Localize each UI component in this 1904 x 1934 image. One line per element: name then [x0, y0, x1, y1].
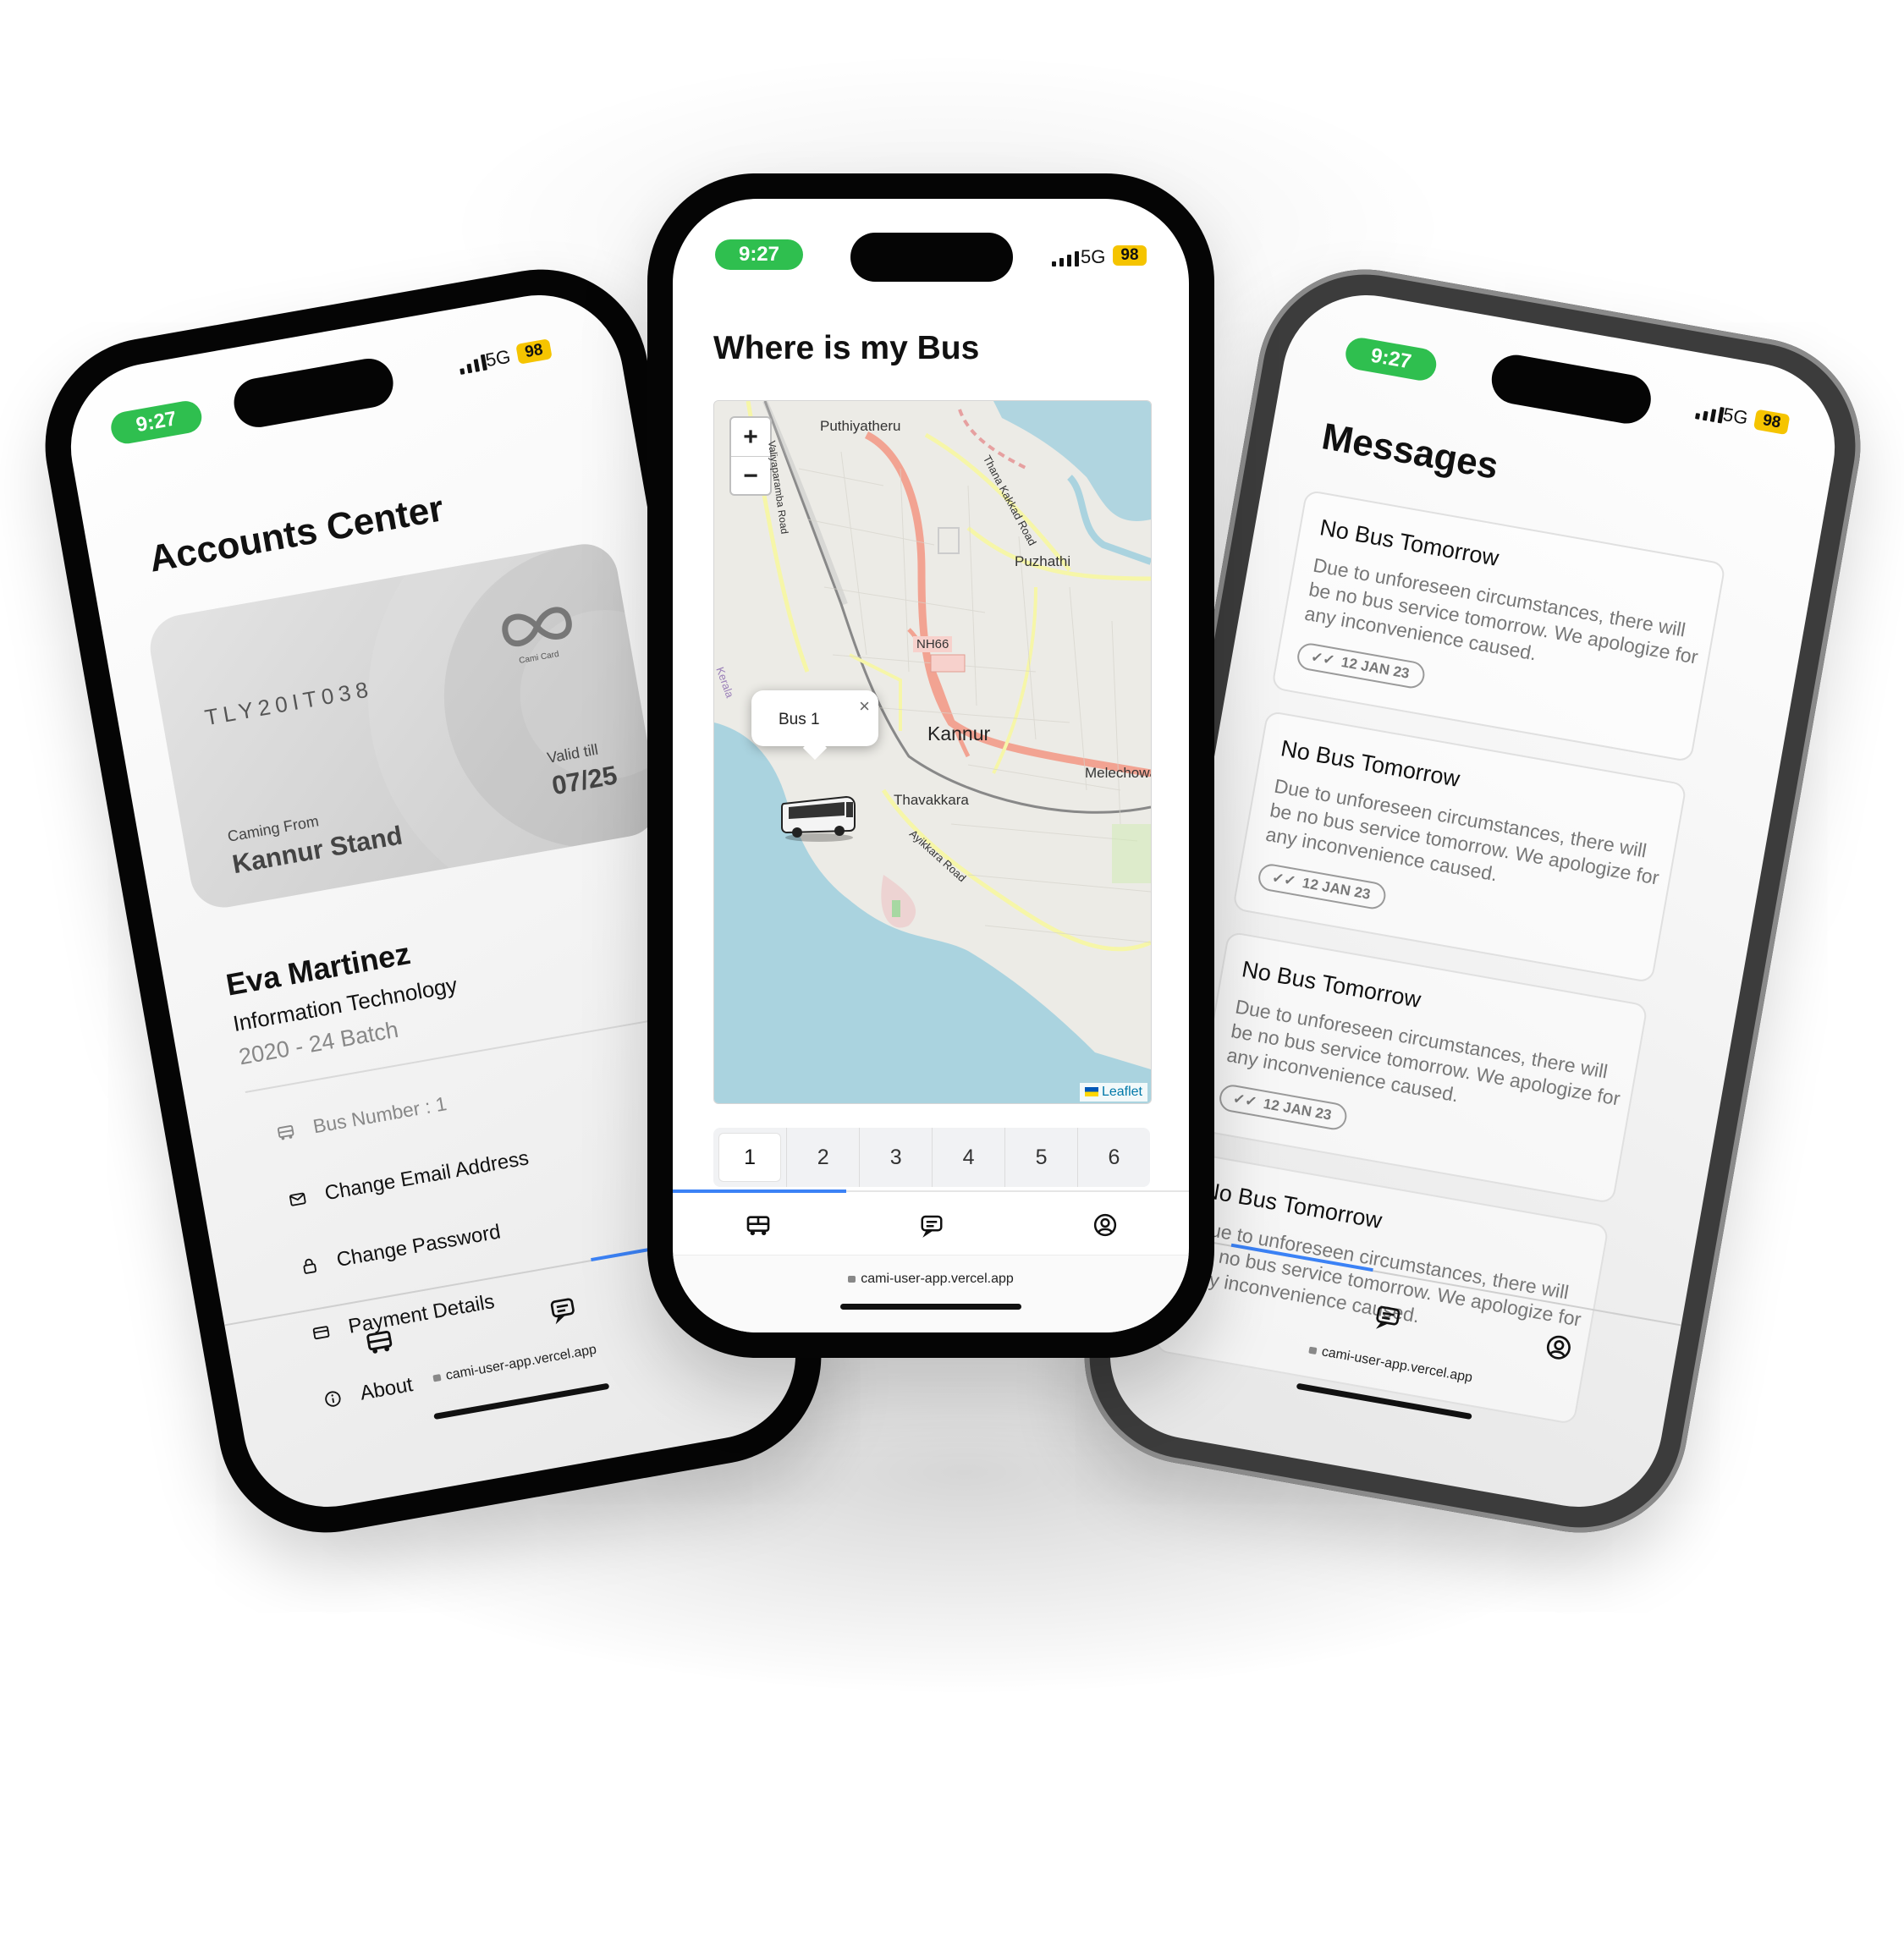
tab-messages[interactable]	[917, 1211, 946, 1239]
double-check-icon: ✓✓	[1270, 869, 1297, 890]
flag-icon	[1084, 1087, 1098, 1097]
popup-label: Bus 1	[779, 711, 820, 728]
bus-page-1[interactable]: 1	[718, 1133, 782, 1182]
popup-close-button[interactable]: ×	[859, 695, 870, 717]
zoom-in-button[interactable]: +	[731, 418, 770, 457]
message-date-badge: ✓✓ 12 JAN 23	[1217, 1082, 1349, 1132]
student-card[interactable]: TLY20IT038 Cami Card Caming From Kannur …	[145, 538, 663, 913]
tab-bus[interactable]	[744, 1211, 773, 1239]
message-date-badge: ✓✓ 12 JAN 23	[1256, 861, 1388, 911]
home-indicator[interactable]	[840, 1304, 1021, 1310]
lock-icon	[299, 1255, 320, 1276]
bus-selector: 1 2 3 4 5 6	[713, 1128, 1150, 1187]
url-text: cami-user-app.vercel.app	[444, 1342, 598, 1383]
double-check-icon: ✓✓	[1231, 1090, 1258, 1111]
message-date: 12 JAN 23	[1340, 653, 1411, 682]
status-time: 9:27	[1343, 335, 1439, 383]
map-label: NH66	[913, 636, 953, 652]
page-title: Messages	[1318, 415, 1502, 488]
browser-bottom-bar	[673, 1255, 1189, 1332]
message-icon	[550, 1298, 575, 1325]
bus-page-6[interactable]: 6	[1077, 1128, 1150, 1187]
message-card[interactable]: No Bus Tomorrow Due to unforeseen circum…	[1192, 931, 1648, 1205]
mail-icon	[287, 1188, 308, 1209]
message-date: 12 JAN 23	[1301, 874, 1372, 903]
home-indicator[interactable]	[433, 1382, 610, 1420]
tab-messages[interactable]	[1371, 1300, 1404, 1333]
page-title: Accounts Center	[146, 487, 447, 580]
card-id: TLY20IT038	[202, 675, 376, 731]
phone-bus-tracker: 9:27 5G 98 Where is my Bus + − Puthiyath…	[647, 173, 1214, 1358]
page-title: Where is my Bus	[713, 330, 980, 366]
status-bar: 9:27 5G 98	[58, 282, 624, 470]
bus-page-2[interactable]: 2	[786, 1128, 859, 1187]
map-view[interactable]: + − Puthiyatheru Puzhathi NH66 Kannur Th…	[713, 400, 1152, 1104]
battery-icon: 98	[1753, 409, 1791, 436]
change-email-button[interactable]: Change Email Address	[286, 1146, 531, 1212]
bus-icon	[366, 1330, 393, 1354]
double-check-icon: ✓✓	[1309, 648, 1337, 669]
tab-bus[interactable]	[363, 1325, 396, 1358]
zoom-out-button[interactable]: −	[731, 457, 770, 495]
showcase-scene: 9:27 5G 98 Accounts Center TLY20IT038 Ca…	[0, 0, 1904, 1934]
map-label: Thavakkara	[894, 792, 969, 808]
dynamic-island	[229, 354, 398, 431]
status-network: 5G	[483, 345, 513, 371]
status-network: 5G	[1081, 246, 1106, 267]
bus-icon	[746, 1216, 770, 1235]
tab-profile[interactable]	[1091, 1211, 1120, 1239]
bus-number-label: Bus Number : 1	[311, 1092, 448, 1138]
status-network: 5G	[1721, 403, 1750, 429]
message-card[interactable]: No Bus Tomorrow Due to unforeseen circum…	[1270, 489, 1726, 763]
attribution-link[interactable]: Leaflet	[1102, 1085, 1142, 1099]
url-bar[interactable]: cami-user-app.vercel.app	[673, 1272, 1189, 1287]
tab-messages[interactable]	[546, 1293, 579, 1326]
tab-active-indicator	[673, 1190, 846, 1193]
profile-icon	[1546, 1335, 1571, 1360]
message-date: 12 JAN 23	[1262, 1095, 1333, 1124]
bus-marker-icon[interactable]	[779, 792, 860, 843]
status-time: 9:27	[108, 398, 205, 447]
tab-profile[interactable]	[1542, 1331, 1575, 1364]
message-date-badge: ✓✓ 12 JAN 23	[1295, 640, 1427, 690]
battery-icon: 98	[515, 338, 553, 365]
bus-icon	[275, 1121, 296, 1142]
signal-icon	[458, 352, 487, 375]
bus-page-5[interactable]: 5	[1004, 1128, 1077, 1187]
bus-number-row: Bus Number : 1	[275, 1092, 448, 1145]
message-icon	[1376, 1305, 1400, 1329]
bus-screen: 9:27 5G 98 Where is my Bus + − Puthiyath…	[673, 199, 1189, 1332]
status-bar: 9:27 5G 98	[673, 199, 1189, 292]
lock-icon	[432, 1374, 442, 1382]
map-label: Kannur	[927, 723, 991, 744]
card-icon	[311, 1321, 332, 1343]
payment-details-button[interactable]: Payment Details	[310, 1290, 496, 1346]
change-password-label: Change Password	[334, 1220, 503, 1272]
map-attribution[interactable]: Leaflet	[1079, 1083, 1147, 1102]
map-label: Puthiyatheru	[820, 418, 901, 434]
url-text: cami-user-app.vercel.app	[861, 1272, 1014, 1286]
lock-icon	[1308, 1346, 1318, 1355]
map-label: Melechowa	[1085, 765, 1152, 781]
message-icon	[921, 1215, 943, 1238]
dynamic-island	[1488, 351, 1655, 428]
signal-icon	[1694, 400, 1725, 424]
bus-page-3[interactable]: 3	[859, 1128, 932, 1187]
zoom-control: + −	[729, 416, 772, 496]
signal-icon	[1052, 248, 1079, 266]
profile-icon	[1093, 1213, 1117, 1237]
lock-icon	[848, 1276, 856, 1283]
battery-icon: 98	[1113, 245, 1147, 266]
status-time: 9:27	[715, 239, 803, 270]
change-email-label: Change Email Address	[322, 1146, 531, 1206]
dynamic-island	[850, 233, 1013, 282]
bus-page-4[interactable]: 4	[932, 1128, 1004, 1187]
change-password-button[interactable]: Change Password	[298, 1220, 503, 1278]
bus-popup[interactable]: Bus 1 ×	[751, 690, 878, 761]
message-card[interactable]: No Bus Tomorrow Due to unforeseen circum…	[1231, 710, 1687, 984]
map-label: Puzhathi	[1015, 553, 1071, 569]
